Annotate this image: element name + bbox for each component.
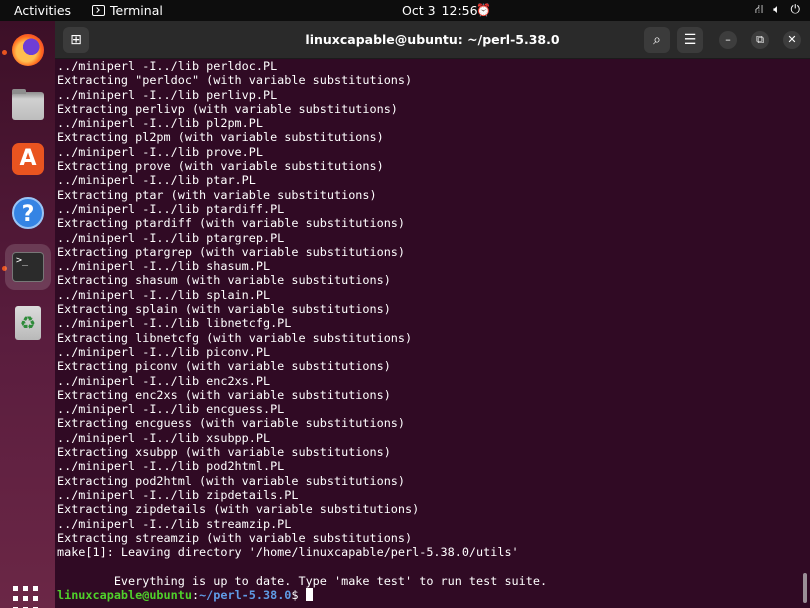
terminal-line: Extracting perlivp (with variable substi…	[57, 101, 398, 116]
terminal-line: Extracting piconv (with variable substit…	[57, 359, 391, 374]
restore-button[interactable]: ⧉	[751, 31, 769, 49]
terminal-line: ../miniperl -I../lib libnetcfg.PL	[57, 316, 292, 331]
dock-item-app-center[interactable]: A	[5, 136, 51, 182]
terminal-line: Everything is up to date. Type 'make tes…	[57, 573, 548, 588]
power-icon: ⏻	[790, 2, 801, 16]
search-button[interactable]: ⌕	[644, 27, 670, 53]
dock-item-files[interactable]	[5, 83, 51, 129]
close-button[interactable]: ✕	[783, 31, 801, 49]
dock: A ? >_ ♻	[0, 21, 55, 608]
terminal-icon: >_	[12, 252, 44, 282]
terminal-line: Extracting encguess (with variable subst…	[57, 416, 406, 431]
terminal-output[interactable]: ../miniperl -I../lib perldoc.PL Extractin…	[57, 59, 802, 608]
volume-icon: 🔈︎	[773, 2, 781, 16]
minimize-icon: –	[725, 33, 731, 46]
prompt-separator: :	[191, 587, 200, 602]
time-label: 12:56	[441, 3, 478, 18]
terminal-icon	[92, 5, 105, 16]
search-icon: ⌕	[653, 32, 661, 48]
header-bar: ⊞ linuxcapable@ubuntu: ~/perl-5.38.0 ⌕ ☰…	[55, 21, 810, 59]
dock-item-help[interactable]: ?	[5, 190, 51, 236]
terminal-line: Extracting splain (with variable substit…	[57, 302, 391, 317]
terminal-line: Extracting prove (with variable substitu…	[57, 159, 384, 174]
terminal-line: Extracting ptar (with variable substitut…	[57, 187, 377, 202]
terminal-line: Extracting zipdetails (with variable sub…	[57, 502, 420, 517]
app-menu[interactable]: Terminal	[92, 3, 163, 18]
dock-item-firefox[interactable]	[5, 27, 51, 73]
terminal-line: Extracting libnetcfg (with variable subs…	[57, 330, 413, 345]
help-icon: ?	[12, 197, 44, 229]
prompt-user-host: linuxcapable@ubuntu	[57, 587, 192, 602]
files-icon	[12, 89, 44, 120]
terminal-line: ../miniperl -I../lib streamzip.PL	[57, 516, 292, 531]
activities-button[interactable]: Activities	[14, 3, 71, 18]
terminal-line: ../miniperl -I../lib perldoc.PL	[57, 59, 278, 73]
clock[interactable]: Oct 3 12:56	[402, 3, 484, 18]
terminal-line: ../miniperl -I../lib zipdetails.PL	[57, 487, 299, 502]
dock-item-trash[interactable]: ♻	[5, 300, 51, 346]
prompt-symbol: $	[291, 587, 299, 602]
terminal-line: ../miniperl -I../lib pl2pm.PL	[57, 116, 263, 131]
terminal-line: ../miniperl -I../lib ptardiff.PL	[57, 201, 285, 216]
alarm-clock-icon: ⏰	[476, 3, 491, 17]
terminal-window: ⊞ linuxcapable@ubuntu: ~/perl-5.38.0 ⌕ ☰…	[55, 21, 810, 608]
terminal-line: ../miniperl -I../lib shasum.PL	[57, 259, 271, 274]
terminal-line: Extracting "perldoc" (with variable subs…	[57, 73, 413, 88]
menu-button[interactable]: ☰	[677, 27, 703, 53]
hamburger-menu-icon: ☰	[683, 32, 697, 48]
terminal-line: Extracting xsubpp (with variable substit…	[57, 445, 391, 460]
terminal-line: ../miniperl -I../lib encguess.PL	[57, 402, 285, 417]
trash-icon: ♻	[15, 306, 41, 340]
firefox-icon	[12, 34, 44, 66]
terminal-line: ../miniperl -I../lib ptar.PL	[57, 173, 256, 188]
terminal-line: ../miniperl -I../lib xsubpp.PL	[57, 430, 271, 445]
terminal-line: Extracting streamzip (with variable subs…	[57, 530, 413, 545]
terminal-line: Extracting pod2html (with variable subst…	[57, 473, 406, 488]
terminal-line: ../miniperl -I../lib pod2html.PL	[57, 459, 285, 474]
prompt-path: ~/perl-5.38.0	[199, 587, 292, 602]
date-label: Oct 3	[402, 3, 436, 18]
terminal-line: Extracting enc2xs (with variable substit…	[57, 387, 391, 402]
close-icon: ✕	[787, 33, 797, 46]
terminal-line: ../miniperl -I../lib piconv.PL	[57, 344, 271, 359]
terminal-line: ../miniperl -I../lib enc2xs.PL	[57, 373, 271, 388]
scrollbar[interactable]	[803, 573, 807, 603]
terminal-line: ../miniperl -I../lib splain.PL	[57, 287, 271, 302]
top-bar: Activities Terminal Oct 3 12:56 ⏰ ⛙ 🔈︎ ⏻	[0, 0, 810, 21]
terminal-line: Extracting pl2pm (with variable substitu…	[57, 130, 384, 145]
terminal-line: Extracting shasum (with variable substit…	[57, 273, 391, 288]
app-menu-label: Terminal	[110, 3, 163, 18]
dock-item-terminal[interactable]: >_	[5, 244, 51, 290]
terminal-line: ../miniperl -I../lib prove.PL	[57, 144, 263, 159]
terminal-line: Extracting ptargrep (with variable subst…	[57, 244, 406, 259]
system-tray[interactable]: ⛙ 🔈︎ ⏻	[755, 2, 800, 18]
terminal-line: ../miniperl -I../lib ptargrep.PL	[57, 230, 285, 245]
show-apps-icon[interactable]	[13, 586, 39, 608]
terminal-line: Extracting ptardiff (with variable subst…	[57, 216, 406, 231]
terminal-line: make[1]: Leaving directory '/home/linuxc…	[57, 545, 519, 560]
network-icon: ⛙	[754, 2, 764, 16]
prompt-line: linuxcapable@ubuntu:~/perl-5.38.0$	[57, 587, 802, 602]
app-store-icon: A	[12, 143, 44, 175]
restore-icon: ⧉	[756, 33, 764, 46]
terminal-line: ../miniperl -I../lib perlivp.PL	[57, 87, 278, 102]
text-cursor	[305, 587, 313, 601]
minimize-button[interactable]: –	[719, 31, 737, 49]
